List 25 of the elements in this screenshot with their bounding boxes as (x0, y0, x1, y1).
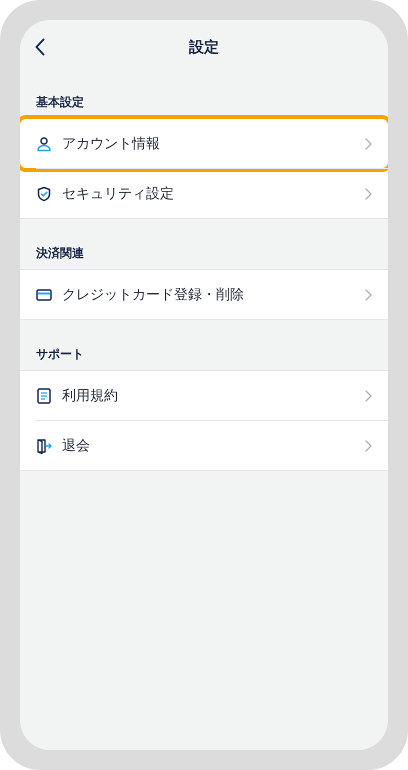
row-label: アカウント情報 (62, 134, 161, 153)
settings-row[interactable]: 利用規約 (20, 371, 388, 420)
row-label: 退会 (62, 436, 91, 455)
credit-card-icon (36, 288, 52, 300)
chevron-right-icon (365, 288, 372, 300)
exit-door-icon (36, 438, 52, 454)
row-label: 利用規約 (62, 386, 119, 405)
page-title: 設定 (189, 38, 219, 58)
section-heading: 決済関連 (36, 245, 84, 262)
chevron-right-icon (365, 138, 372, 150)
chevron-right-icon (365, 390, 372, 402)
section-heading: サポート (36, 346, 84, 363)
back-chevron-icon (35, 38, 45, 56)
row-label: セキュリティ設定 (62, 184, 175, 203)
settings-row[interactable]: 退会 (20, 421, 388, 470)
settings-row[interactable]: セキュリティ設定 (20, 169, 388, 218)
row-label: クレジットカード登録・削除 (62, 285, 245, 304)
shield-check-icon (36, 186, 52, 202)
section-heading: 基本設定 (36, 94, 84, 111)
chevron-right-icon (365, 188, 372, 200)
person-icon (36, 136, 52, 152)
document-icon (37, 388, 51, 404)
settings-row[interactable]: アカウント情報 (20, 119, 388, 168)
settings-row[interactable]: クレジットカード登録・削除 (20, 270, 388, 319)
chevron-right-icon (365, 440, 372, 452)
